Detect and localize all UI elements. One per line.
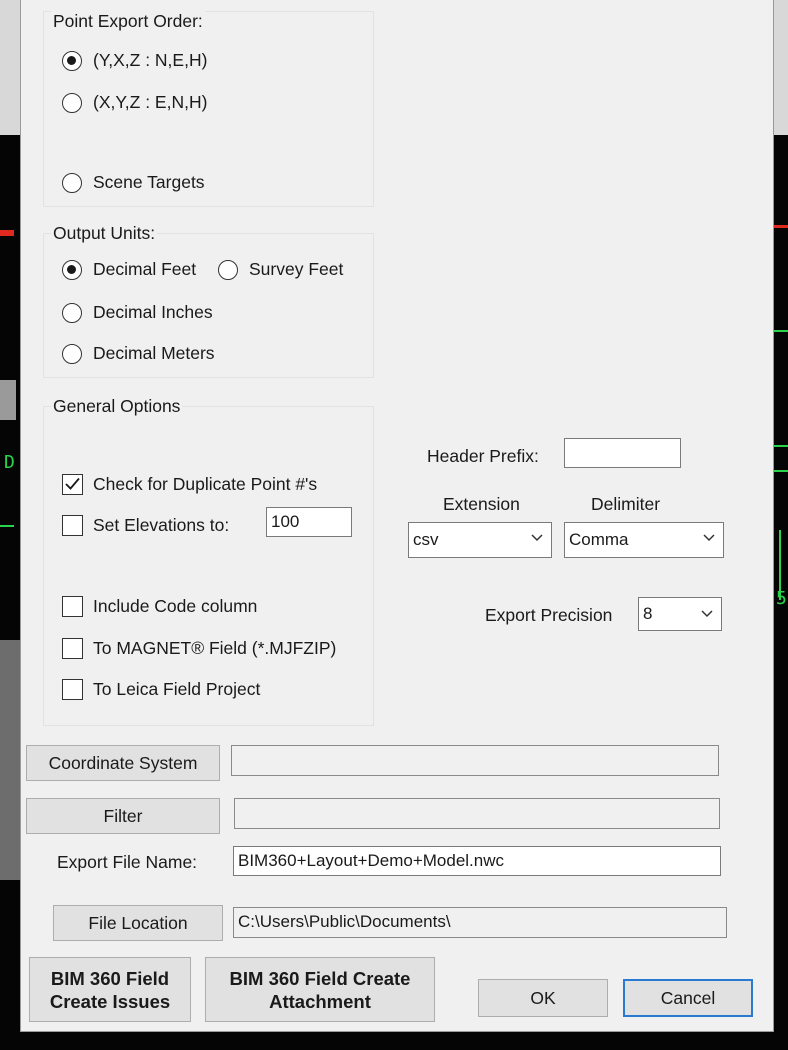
point-export-order-title: Point Export Order: xyxy=(51,11,205,32)
export-file-name-input[interactable]: BIM360+Layout+Demo+Model.nwc xyxy=(233,846,721,876)
delimiter-select[interactable]: Comma xyxy=(564,522,724,558)
cad-label: D xyxy=(4,452,15,473)
bim360-create-issues-button[interactable]: BIM 360 Field Create Issues xyxy=(29,957,191,1022)
cad-geometry xyxy=(0,640,20,880)
radio-scene-targets[interactable] xyxy=(62,173,82,193)
file-location-button[interactable]: File Location xyxy=(53,905,223,941)
filter-button[interactable]: Filter xyxy=(26,798,220,834)
cad-line xyxy=(0,525,14,527)
delimiter-select-value: Comma xyxy=(569,530,629,549)
radio-decimal-inches[interactable] xyxy=(62,303,82,323)
delimiter-label: Delimiter xyxy=(591,494,661,514)
checkbox-to-leica-label: To Leica Field Project xyxy=(93,679,261,699)
file-location-field: C:\Users\Public\Documents\ xyxy=(233,907,727,938)
cad-geometry xyxy=(0,380,16,420)
extension-select[interactable]: csv xyxy=(408,522,552,558)
cad-line-red xyxy=(0,230,14,236)
checkbox-set-elevations[interactable] xyxy=(62,515,83,536)
general-options-group xyxy=(43,406,374,726)
checkmark-icon xyxy=(65,477,80,490)
chevron-down-icon xyxy=(531,534,543,542)
checkbox-check-duplicate[interactable] xyxy=(62,474,83,495)
checkbox-include-code[interactable] xyxy=(62,596,83,617)
radio-xyz[interactable] xyxy=(62,93,82,113)
export-precision-value: 8 xyxy=(643,604,653,623)
checkbox-to-leica[interactable] xyxy=(62,679,83,700)
cad-label: 5 xyxy=(776,588,787,609)
cad-line xyxy=(774,470,788,472)
header-prefix-label: Header Prefix: xyxy=(427,446,539,466)
radio-xyz-label: (X,Y,Z : E,N,H) xyxy=(93,92,208,112)
export-file-name-label: Export File Name: xyxy=(57,852,198,872)
radio-survey-feet[interactable] xyxy=(218,260,238,280)
checkbox-to-magnet-label: To MAGNET® Field (*.MJFZIP) xyxy=(93,638,337,658)
header-prefix-input[interactable] xyxy=(564,438,681,468)
cad-line xyxy=(774,330,788,332)
export-precision-select[interactable]: 8 xyxy=(638,597,722,631)
chevron-down-icon xyxy=(703,534,715,542)
general-options-title: General Options xyxy=(51,396,183,417)
checkbox-include-code-label: Include Code column xyxy=(93,596,258,616)
output-units-title: Output Units: xyxy=(51,223,158,244)
checkbox-check-duplicate-label: Check for Duplicate Point #'s xyxy=(93,474,318,494)
checkbox-to-magnet[interactable] xyxy=(62,638,83,659)
radio-decimal-meters[interactable] xyxy=(62,344,82,364)
cad-line xyxy=(774,445,788,447)
chevron-down-icon xyxy=(701,610,713,618)
radio-decimal-feet[interactable] xyxy=(62,260,82,280)
cad-line-red xyxy=(774,225,788,228)
radio-decimal-feet-label: Decimal Feet xyxy=(93,259,197,279)
radio-decimal-meters-label: Decimal Meters xyxy=(93,343,215,363)
coordinate-system-button[interactable]: Coordinate System xyxy=(26,745,220,781)
checkbox-set-elevations-label: Set Elevations to: xyxy=(93,515,230,535)
radio-yxz[interactable] xyxy=(62,51,82,71)
radio-yxz-label: (Y,X,Z : N,E,H) xyxy=(93,50,208,70)
ok-button[interactable]: OK xyxy=(478,979,608,1017)
bim360-create-attachment-button[interactable]: BIM 360 Field Create Attachment xyxy=(205,957,435,1022)
cancel-button[interactable]: Cancel xyxy=(623,979,753,1017)
radio-decimal-inches-label: Decimal Inches xyxy=(93,302,213,322)
elevation-input[interactable]: 100 xyxy=(266,507,352,537)
radio-survey-feet-label: Survey Feet xyxy=(249,259,344,279)
extension-label: Extension xyxy=(443,494,520,514)
coordinate-system-field xyxy=(231,745,719,776)
filter-field xyxy=(234,798,720,829)
export-precision-label: Export Precision xyxy=(485,605,613,625)
export-points-dialog: Point Export Order: (Y,X,Z : N,E,H) (X,Y… xyxy=(20,0,774,1032)
extension-select-value: csv xyxy=(413,530,439,549)
radio-scene-targets-label: Scene Targets xyxy=(93,172,205,192)
